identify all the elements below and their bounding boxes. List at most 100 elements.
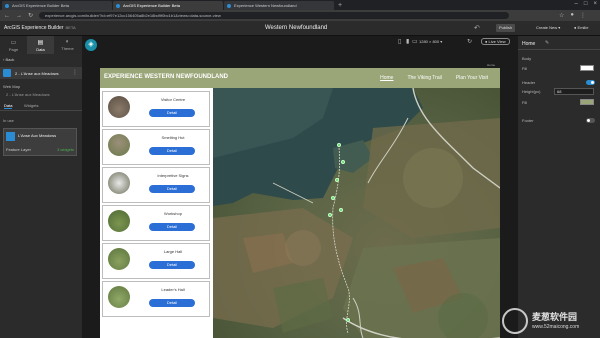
site-thumbnail [108, 172, 130, 194]
maximize-icon[interactable]: □ [584, 1, 588, 7]
builder-header: ArcGIS Experience Builder BETA Western Ne… [0, 21, 600, 36]
list-item[interactable]: Workshop Detail [102, 205, 210, 241]
map-marker[interactable] [335, 178, 339, 182]
builder-canvas: ◈ ▭ ▯ ▮ 1280 × 800 ▾ ↻ ● Live View Home … [82, 36, 518, 338]
back-link[interactable]: ‹ Back [3, 57, 14, 62]
undo-icon[interactable]: ↶ [474, 24, 480, 32]
site-thumbnail [108, 134, 130, 156]
desktop-icon[interactable]: ▭ [412, 38, 418, 45]
widget-count[interactable]: 3 widgets [57, 147, 74, 152]
reload-icon[interactable]: ↻ [28, 12, 33, 19]
publish-button[interactable]: Publish [496, 24, 516, 32]
star-icon[interactable]: ☆ [559, 12, 564, 19]
tab-data-sources[interactable]: Data [4, 103, 13, 109]
tab-label: Theme [61, 46, 74, 51]
browser-menu-icon[interactable]: ⋮ [580, 12, 586, 19]
experience-title[interactable]: Western Newfoundland [265, 25, 327, 31]
new-tab-icon[interactable]: + [338, 1, 342, 10]
live-view-toggle[interactable]: ● Live View [481, 38, 510, 45]
map-marker[interactable] [328, 213, 332, 217]
map-marker[interactable] [331, 196, 335, 200]
tablet-icon[interactable]: ▯ [398, 38, 401, 45]
web-map-item[interactable]: 2 - L'Anse aux Meadows [6, 92, 50, 97]
list-item[interactable]: Smelting Hut Detail [102, 129, 210, 165]
menu-item-viking-trail[interactable]: The Viking Trail [407, 75, 441, 81]
map-widget-icon [3, 69, 11, 77]
back-arrow-icon[interactable]: ← [4, 13, 10, 19]
experience-page: EXPERIENCE WESTERN NEWFOUNDLAND Home The… [100, 68, 500, 338]
minimize-icon[interactable]: – [575, 1, 578, 7]
url-field[interactable]: experience.arcgis.com/builder/?id=ef97e1… [39, 12, 510, 19]
browser-tab-bar: ArcGIS Experience Builder Beta ArcGIS Ex… [0, 0, 600, 10]
create-new-label: Create New [536, 25, 558, 30]
list-item[interactable]: Interpretive Signs Detail [102, 167, 210, 203]
browser-tab[interactable]: ArcGIS Experience Builder Beta [2, 1, 112, 10]
user-menu[interactable]: ● Emilie [574, 25, 588, 30]
more-options-icon[interactable]: ⋮ [72, 69, 78, 76]
tab-label: Page [8, 46, 19, 52]
arcgis-favicon-icon [227, 4, 231, 8]
detail-button[interactable]: Detail [149, 147, 195, 155]
tab-theme[interactable]: ◐ Theme [54, 36, 81, 54]
data-subtabs: Data Widgets [0, 102, 82, 111]
menu-item-home[interactable]: Home [380, 75, 393, 81]
profile-icon[interactable]: ● [570, 12, 574, 19]
satellite-imagery [213, 88, 500, 338]
detail-button[interactable]: Detail [149, 261, 195, 269]
phone-icon[interactable]: ▮ [406, 38, 409, 45]
map-widget[interactable] [213, 88, 500, 338]
header-toggle[interactable] [586, 80, 595, 85]
browser-tab[interactable]: ArcGIS Experience Builder Beta [113, 1, 223, 10]
data-panel: ‹ Back 2 - L'Anse aux Meadows ⋮ Web Map … [0, 54, 82, 338]
map-marker[interactable] [337, 143, 341, 147]
menu-item-plan-visit[interactable]: Plan Your Visit [456, 75, 488, 81]
footer-toggle[interactable] [586, 118, 595, 123]
side-panel-tabs: ▭ Page ▤ Data ◐ Theme [0, 36, 82, 54]
list-item[interactable]: Leader's Hall Detail [102, 281, 210, 317]
map-marker[interactable] [346, 318, 350, 322]
watermark-text: 麦葱软件园 [532, 312, 578, 322]
data-source-card[interactable]: L'Anse Aux Meadows Feature Layer 3 widge… [3, 128, 77, 156]
forward-arrow-icon[interactable]: → [16, 13, 22, 19]
site-header[interactable]: EXPERIENCE WESTERN NEWFOUNDLAND Home The… [100, 68, 500, 88]
site-name: Interpretive Signs [157, 173, 189, 178]
body-section-label: Body [522, 56, 532, 61]
list-item[interactable]: Large Hall Detail [102, 243, 210, 279]
refresh-icon[interactable]: ↻ [467, 38, 472, 45]
site-title: EXPERIENCE WESTERN NEWFOUNDLAND [104, 74, 229, 80]
tab-widgets[interactable]: Widgets [24, 103, 38, 108]
address-bar: ← → ↻ experience.arcgis.com/builder/?id=… [0, 10, 600, 21]
footer-section-label: Footer [522, 118, 534, 123]
browser-tab[interactable]: Experience Western Newfoundland [224, 1, 334, 10]
resolution-select[interactable]: 1280 × 800 ▾ [419, 39, 442, 44]
tab-page[interactable]: ▭ Page [0, 36, 27, 54]
close-icon[interactable]: × [593, 1, 597, 7]
site-name: Leader's Hall [161, 287, 185, 292]
edit-icon[interactable]: ✎ [545, 40, 549, 46]
arcgis-favicon-icon [116, 4, 120, 8]
header-height-input[interactable]: 68 [554, 88, 594, 95]
detail-button[interactable]: Detail [149, 185, 195, 193]
selected-widget-row[interactable]: 2 - L'Anse aux Meadows ⋮ [0, 67, 82, 79]
body-fill-swatch[interactable] [580, 65, 594, 71]
site-name: Large Hall [163, 249, 183, 254]
header-fill-swatch[interactable] [580, 99, 594, 105]
site-name: Workshop [164, 211, 182, 216]
site-thumbnail [108, 286, 130, 308]
detail-button[interactable]: Detail [149, 109, 195, 117]
site-thumbnail [108, 248, 130, 270]
tab-data[interactable]: ▤ Data [27, 36, 54, 54]
detail-button[interactable]: Detail [149, 223, 195, 231]
list-item[interactable]: Visitor Centre Detail [102, 91, 210, 127]
tab-label: Experience Western Newfoundland [234, 3, 297, 8]
map-marker[interactable] [341, 160, 345, 164]
map-marker[interactable] [339, 208, 343, 212]
body-fill-label: Fill [522, 66, 528, 71]
create-new-button[interactable]: Create New ▾ [536, 25, 560, 30]
user-name: Emilie [577, 25, 589, 30]
detail-button[interactable]: Detail [149, 299, 195, 307]
page-settings-panel: Home ✎ Body Fill Header Height(px) 68 Fi… [518, 36, 600, 338]
tab-label: ArcGIS Experience Builder Beta [123, 3, 180, 8]
data-icon: ▤ [37, 39, 44, 46]
header-fill-label: Fill [522, 100, 528, 105]
